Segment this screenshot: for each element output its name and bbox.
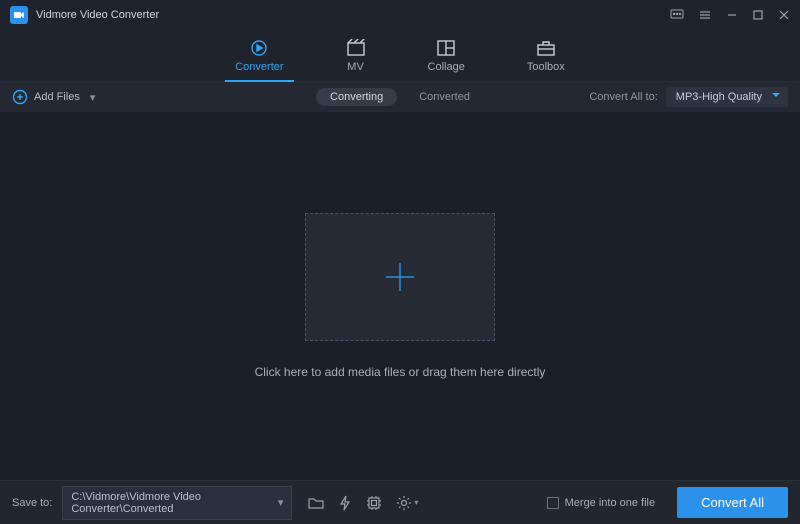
convert-all-button[interactable]: Convert All (677, 487, 788, 518)
minimize-icon[interactable] (726, 9, 738, 21)
tab-mv[interactable]: MV (342, 30, 370, 81)
settings-icon[interactable]: ▾ (394, 493, 420, 513)
open-folder-icon[interactable] (306, 493, 326, 513)
close-icon[interactable] (778, 9, 790, 21)
workspace: Click here to add media files or drag th… (0, 112, 800, 480)
dropzone[interactable] (305, 213, 495, 341)
checkbox-icon (547, 497, 559, 509)
feedback-icon[interactable] (670, 8, 684, 22)
merge-label: Merge into one file (565, 497, 656, 509)
tab-toolbox[interactable]: Toolbox (523, 30, 569, 81)
plus-circle-icon (12, 89, 28, 105)
hardware-accel-icon[interactable] (336, 493, 354, 513)
app-logo (10, 6, 28, 24)
mv-icon (346, 39, 366, 57)
gpu-icon[interactable] (364, 493, 384, 513)
merge-checkbox[interactable]: Merge into one file (547, 497, 656, 509)
tab-label: Toolbox (527, 61, 565, 73)
tab-converter[interactable]: Converter (231, 30, 287, 81)
titlebar: Vidmore Video Converter (0, 0, 800, 30)
app-title: Vidmore Video Converter (36, 9, 670, 21)
save-path-value: C:\Vidmore\Vidmore Video Converter\Conve… (71, 491, 277, 515)
maximize-icon[interactable] (752, 9, 764, 21)
output-format-select[interactable]: MP3-High Quality (666, 87, 788, 107)
add-files-label: Add Files (34, 91, 80, 103)
toolbox-icon (536, 39, 556, 57)
help-text: Click here to add media files or drag th… (255, 365, 546, 379)
chevron-down-icon: ▾ (90, 91, 96, 104)
chevron-down-icon: ▾ (278, 496, 284, 509)
convert-all-label: Convert All to: (589, 91, 657, 103)
pill-converting[interactable]: Converting (316, 88, 397, 106)
window-controls (670, 8, 790, 22)
tab-label: Converter (235, 61, 283, 73)
pill-converted[interactable]: Converted (405, 88, 484, 106)
add-files-button[interactable]: Add Files ▾ (12, 89, 95, 105)
tab-label: MV (347, 61, 364, 73)
main-tabs: Converter MV Collage Toolbox (0, 30, 800, 82)
convert-all-to: Convert All to: MP3-High Quality (589, 87, 788, 107)
save-to-label: Save to: (12, 497, 52, 509)
save-path-select[interactable]: C:\Vidmore\Vidmore Video Converter\Conve… (62, 486, 292, 520)
menu-icon[interactable] (698, 8, 712, 22)
converter-icon (249, 39, 269, 57)
tab-label: Collage (428, 61, 465, 73)
tab-collage[interactable]: Collage (424, 30, 469, 81)
collage-icon (436, 39, 456, 57)
bottom-tool-icons: ▾ (306, 493, 420, 513)
bottom-bar: Save to: C:\Vidmore\Vidmore Video Conver… (0, 480, 800, 524)
status-filter: Converting Converted (316, 88, 484, 106)
sub-toolbar: Add Files ▾ Converting Converted Convert… (0, 82, 800, 112)
plus-icon (378, 255, 422, 299)
